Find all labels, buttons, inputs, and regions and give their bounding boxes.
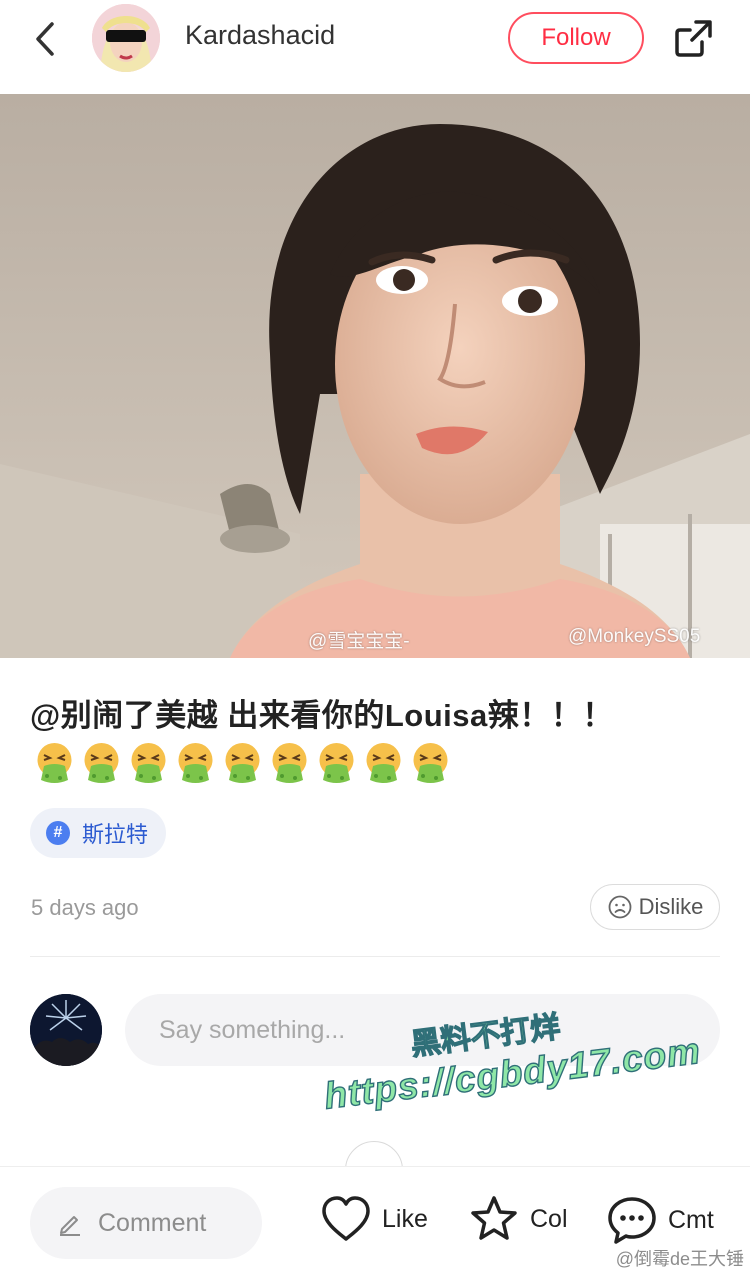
hashtag-icon: #	[46, 821, 70, 845]
vomiting-face-icon	[366, 743, 401, 783]
photo-watermark-right: @MonkeySS05	[568, 626, 701, 647]
vomiting-face-icon	[319, 743, 354, 783]
share-icon[interactable]	[672, 16, 716, 60]
my-avatar[interactable]	[30, 994, 102, 1066]
collect-button[interactable]: Col	[468, 1195, 568, 1243]
vomiting-face-icon	[225, 743, 260, 783]
post-timestamp: 5 days ago	[31, 895, 139, 920]
write-comment-label: Comment	[98, 1208, 207, 1237]
back-arrow-icon[interactable]	[28, 14, 68, 64]
like-button[interactable]: Like	[320, 1195, 428, 1243]
follow-button[interactable]: Follow	[508, 12, 644, 64]
author-avatar[interactable]	[92, 4, 160, 72]
dislike-label: Dislike	[638, 894, 704, 919]
vomiting-face-icon	[178, 743, 213, 783]
collect-label: Col	[530, 1204, 568, 1233]
vomiting-face-icon	[131, 743, 166, 783]
post-photo[interactable]: @雪宝宝宝- @MonkeySS05	[0, 94, 750, 658]
author-username[interactable]: Kardashacid	[185, 20, 335, 51]
star-icon	[471, 1196, 517, 1240]
vomiting-face-icon	[37, 743, 72, 783]
topic-tag[interactable]: # 斯拉特	[30, 808, 167, 858]
dislike-button[interactable]: Dislike	[590, 884, 720, 930]
bottom-action-bar: Comment Like Col Cmt @倒霉de王大锤	[0, 1166, 750, 1276]
post-header: Kardashacid Follow	[0, 0, 750, 94]
credit-watermark: @倒霉de王大锤	[615, 1249, 744, 1269]
divider	[30, 956, 720, 957]
comments-label: Cmt	[668, 1205, 714, 1234]
comments-button[interactable]: Cmt	[606, 1195, 714, 1245]
emoji-row	[32, 740, 453, 786]
heart-icon	[322, 1196, 370, 1241]
photo-watermark-left: @雪宝宝宝-	[308, 631, 410, 652]
topic-tag-label: 斯拉特	[82, 822, 149, 847]
pencil-icon	[60, 1216, 80, 1236]
like-label: Like	[382, 1204, 428, 1233]
vomiting-face-icon	[413, 743, 448, 783]
speech-bubble-icon	[608, 1197, 656, 1244]
post-caption: @别闹了美越 出来看你的Louisa辣！！！	[30, 698, 614, 733]
frown-face-icon	[608, 895, 631, 919]
vomiting-face-icon	[272, 743, 307, 783]
vomiting-face-icon	[84, 743, 119, 783]
write-comment-button[interactable]: Comment	[30, 1187, 262, 1259]
